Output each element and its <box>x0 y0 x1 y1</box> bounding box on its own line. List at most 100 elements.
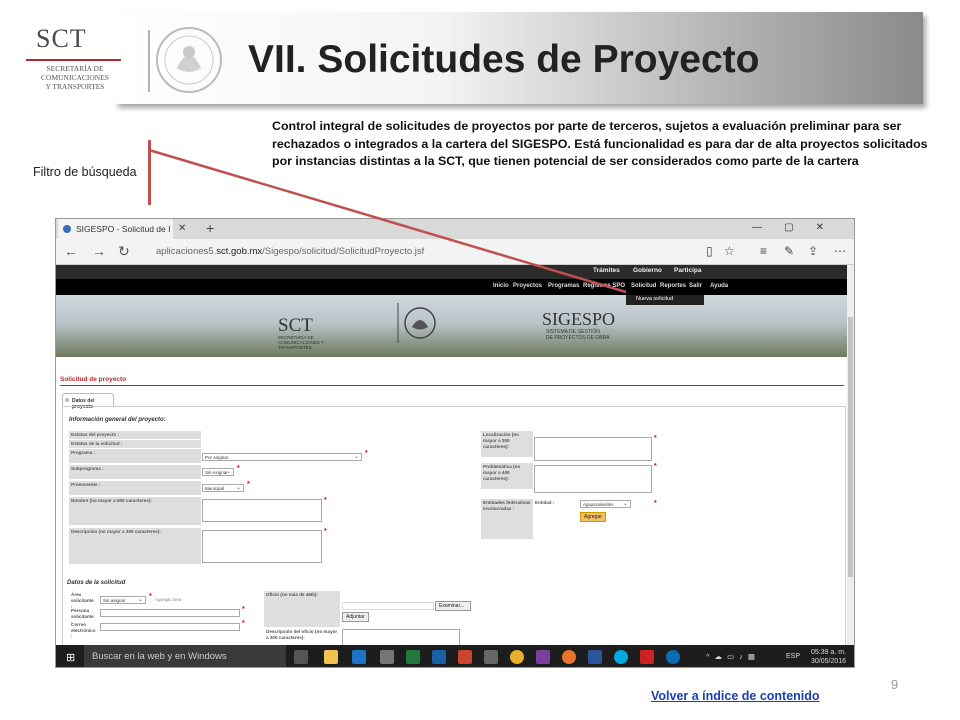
browser-tab[interactable]: SIGESPO - Solicitud de I <box>58 219 173 239</box>
slide-description: Control integral de solicitudes de proye… <box>272 119 928 168</box>
powerpoint-icon[interactable] <box>458 650 472 664</box>
share-icon[interactable]: ⇪ <box>808 244 818 258</box>
browser-tab-bar: SIGESPO - Solicitud de I ✕ + —▢✕ <box>56 219 854 239</box>
store-icon[interactable] <box>380 650 394 664</box>
menu-solicitud[interactable]: Solicitud <box>631 283 656 289</box>
banner-sct-subtitle: SECRETARÍA DE COMUNICACIONES Y TRANSPORT… <box>278 335 324 350</box>
page-number: 9 <box>891 677 899 692</box>
window-controls[interactable]: —▢✕ <box>752 222 846 233</box>
required-mark: * <box>247 481 250 488</box>
sct-logo: SCT SECRETARÍA DE COMUNICACIONES Y TRANS… <box>10 18 135 100</box>
area-select[interactable]: Sin asignar <box>100 596 146 604</box>
label-persona: Persona solicitante : <box>71 608 94 625</box>
annotation-label: Filtro de búsqueda <box>33 165 137 179</box>
required-mark: * <box>242 606 245 613</box>
problematica-textarea[interactable] <box>534 465 652 493</box>
menu-salir[interactable]: Salir <box>689 283 702 289</box>
outlook-icon[interactable] <box>432 650 446 664</box>
web-page: Trámites Gobierno Participa Inicio Proye… <box>56 265 849 645</box>
kaspersky-icon[interactable] <box>640 650 654 664</box>
label-localizacion: Localización (no mayor a 300 caracteres)… <box>481 431 533 457</box>
skype-icon[interactable] <box>614 650 628 664</box>
info-icon[interactable] <box>666 650 680 664</box>
gob-top-nav: Trámites Gobierno Participa <box>56 265 849 279</box>
examinar-button[interactable]: Examinar... <box>435 601 471 611</box>
back-to-index-link[interactable]: Volver a índice de contenido <box>651 689 820 703</box>
section-divider <box>60 385 844 386</box>
menu-inicio[interactable]: Inicio <box>493 283 509 289</box>
tab-close-icon[interactable]: ✕ <box>178 223 186 234</box>
favorite-star-icon[interactable]: ☆ <box>724 244 735 258</box>
persona-input[interactable] <box>100 609 240 617</box>
adjuntar-button[interactable]: Adjuntar <box>342 612 369 622</box>
agregar-area-link[interactable]: Agregar área <box>155 597 181 602</box>
system-tray-icons[interactable]: ^☁▭♪▦ <box>706 652 760 661</box>
nombre-textarea[interactable] <box>202 499 322 522</box>
desc-oficio-textarea[interactable] <box>342 629 460 645</box>
required-mark: * <box>242 620 245 627</box>
more-icon[interactable]: ⋯ <box>834 244 846 258</box>
tab-datos-proyecto[interactable]: Datos del proyecto <box>62 393 114 410</box>
label-problematica: Problemática (no mayor a 400 caracteres)… <box>481 463 533 489</box>
menu-registros[interactable]: Registros SPO <box>583 283 625 289</box>
localizacion-textarea[interactable] <box>534 437 652 461</box>
banner-sct-logo: SCT <box>278 315 313 336</box>
firefox-icon[interactable] <box>562 650 576 664</box>
refresh-icon[interactable]: ↻ <box>118 243 130 260</box>
windows-start-icon[interactable]: ⊞ <box>66 651 75 664</box>
menu-programas[interactable]: Programas <box>548 283 579 289</box>
callout-vertical-line <box>148 140 151 205</box>
banner-sigespo-logo: SIGESPO <box>542 309 616 329</box>
label-desc-oficio: Descripción del oficio (no mayor a 300 c… <box>266 629 338 640</box>
menu-ayuda[interactable]: Ayuda <box>710 283 728 289</box>
url-prefix: aplicaciones5. <box>156 246 217 257</box>
nav-tramites[interactable]: Trámites <box>593 267 620 274</box>
reading-view-icon[interactable]: ▯ <box>706 244 713 258</box>
menu-reportes[interactable]: Reportes <box>660 283 686 289</box>
chrome-icon[interactable] <box>510 650 524 664</box>
edge-icon[interactable] <box>352 650 366 664</box>
promovente-select[interactable]: Municipal <box>202 484 244 492</box>
label-programa: Programa : <box>69 449 201 463</box>
label-estatus-solicitud: Estatus de la solicitud : <box>69 440 201 448</box>
url-field[interactable]: aplicaciones5.sct.gob.mx/Sigespo/solicit… <box>156 246 424 257</box>
back-arrow-icon[interactable]: ← <box>64 243 78 259</box>
clock-time: 05:39 a. m. <box>811 649 847 656</box>
url-domain: sct.gob.mx <box>216 246 263 257</box>
scroll-thumb[interactable] <box>848 317 853 577</box>
active-app-indicator <box>349 667 369 668</box>
label-oficio: Oficio (no más de 4Mb): <box>264 591 340 627</box>
required-mark: * <box>654 435 657 442</box>
subprograma-select[interactable]: Sin Asignar <box>202 468 234 476</box>
required-mark: * <box>324 497 327 504</box>
taskbar-clock[interactable]: 05:39 a. m. 30/05/2016 <box>811 648 846 666</box>
store-bag-icon[interactable] <box>484 650 498 664</box>
programa-select[interactable]: Por Asignar <box>202 453 362 461</box>
word-icon[interactable] <box>588 650 602 664</box>
nav-participa[interactable]: Participa <box>674 267 701 274</box>
file-explorer-icon[interactable] <box>324 650 338 664</box>
project-form: Información general del proyecto: Estatu… <box>62 406 846 645</box>
excel-icon[interactable] <box>406 650 420 664</box>
oficio-file-field[interactable] <box>342 602 434 610</box>
sct-sub-3: Y TRANSPORTES <box>45 82 105 91</box>
browser-screenshot: SIGESPO - Solicitud de I ✕ + —▢✕ ← → ↻ a… <box>55 218 855 668</box>
general-info-header: Información general del proyecto: <box>69 417 166 423</box>
page-scrollbar[interactable] <box>847 265 854 645</box>
web-note-icon[interactable]: ✎ <box>784 244 794 258</box>
onenote-icon[interactable] <box>536 650 550 664</box>
menu-proyectos[interactable]: Proyectos <box>513 283 542 289</box>
task-view-icon[interactable] <box>294 650 308 664</box>
descripcion-textarea[interactable] <box>202 530 322 563</box>
language-indicator[interactable]: ESP <box>786 653 800 660</box>
menu-nueva-solicitud[interactable]: Nueva solicitud <box>636 296 673 302</box>
forward-arrow-icon[interactable]: → <box>92 243 106 259</box>
taskbar-search[interactable]: Buscar en la web y en Windows <box>84 645 286 667</box>
entidad-select[interactable]: Aguascalientes <box>580 500 631 508</box>
browser-tab-title: SIGESPO - Solicitud de I <box>76 224 171 234</box>
correo-input[interactable] <box>100 623 240 631</box>
hub-icon[interactable]: ≡ <box>760 244 767 258</box>
agregar-entidad-button[interactable]: Agregar <box>580 512 606 522</box>
new-tab-icon[interactable]: + <box>206 220 214 236</box>
nav-gobierno[interactable]: Gobierno <box>633 267 662 274</box>
